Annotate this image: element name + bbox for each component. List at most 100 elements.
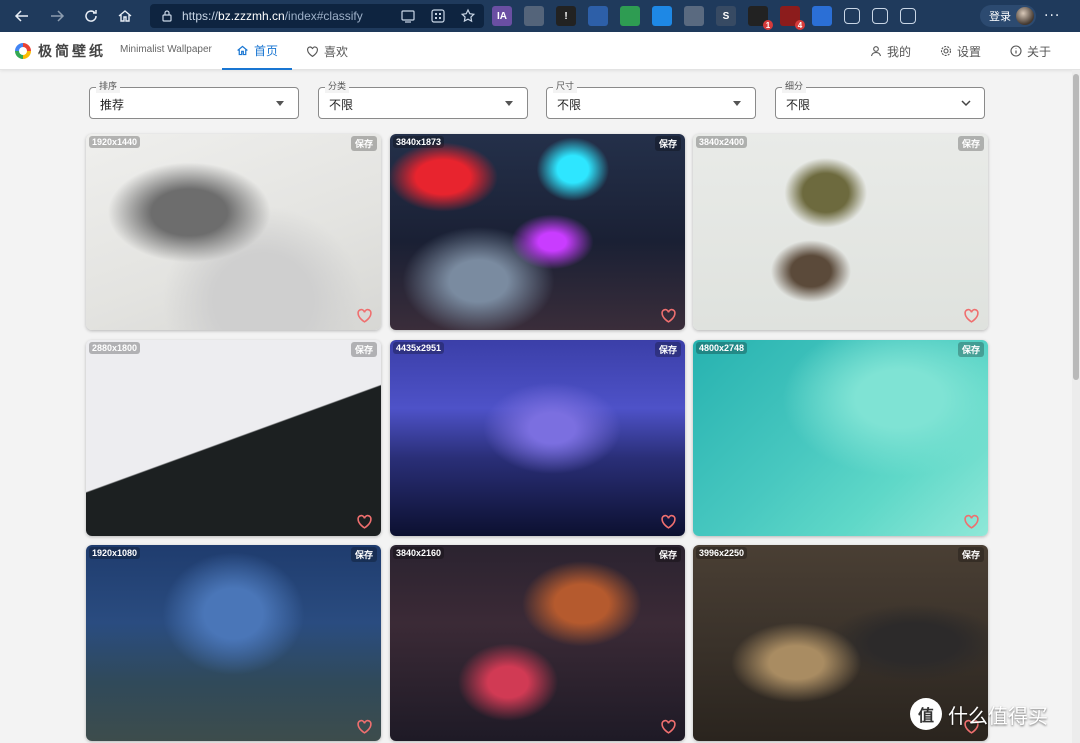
ia-extension-icon[interactable]: IA xyxy=(492,6,512,26)
heart-icon[interactable] xyxy=(660,718,677,735)
save-button[interactable]: 保存 xyxy=(350,342,377,357)
caret-down-icon xyxy=(505,101,513,106)
more-menu-icon[interactable]: ··· xyxy=(1044,8,1060,24)
wallpaper-card[interactable]: 1920x1080 保存 xyxy=(86,545,381,741)
wallpaper-card[interactable]: 2880x1800 保存 xyxy=(86,340,381,536)
menu-label: 我的 xyxy=(887,44,912,59)
favorites-extension-icon[interactable] xyxy=(872,8,888,24)
heart-icon[interactable] xyxy=(356,513,373,530)
resolution-badge: 1920x1440 xyxy=(89,136,141,148)
browser-toolbar: https://bz.zzzmh.cn/index#classify IA! S 1… xyxy=(0,0,1080,32)
home-icon xyxy=(237,45,248,55)
site-watermark: 值 什么值得买 xyxy=(910,698,1048,730)
info-icon xyxy=(1010,45,1022,57)
resolution-badge: 4435x2951 xyxy=(393,342,445,354)
exclaim-extension-icon[interactable]: ! xyxy=(556,6,576,26)
heart-icon[interactable] xyxy=(660,307,677,324)
app-grid-icon[interactable] xyxy=(430,8,446,24)
wallpaper-card[interactable]: 3840x1873 保存 xyxy=(390,134,685,330)
subcategory-select-value: 不限 xyxy=(786,98,811,112)
menu-label: 关于 xyxy=(1027,44,1052,59)
wallpaper-image xyxy=(693,340,988,536)
url-host: bz.zzzmh.cn xyxy=(218,9,285,23)
add-favorite-icon[interactable] xyxy=(460,8,476,24)
menu-about[interactable]: 关于 xyxy=(1010,32,1051,70)
menu-mine[interactable]: 我的 xyxy=(870,32,911,70)
url-prefix: https:// xyxy=(182,9,219,23)
s-extension-icon[interactable]: S xyxy=(716,6,736,26)
caret-down-icon xyxy=(276,101,284,106)
person-icon xyxy=(870,46,882,57)
menu-settings[interactable]: 设置 xyxy=(940,32,981,70)
logo[interactable] xyxy=(15,43,31,59)
collections-extension-icon[interactable] xyxy=(900,8,916,24)
resolution-badge: 3840x2160 xyxy=(393,547,445,559)
extension-label: IA xyxy=(497,10,507,22)
address-bar-actions xyxy=(400,8,476,24)
login-label: 登录 xyxy=(989,10,1011,23)
tab-label: 首页 xyxy=(253,43,278,58)
heart-icon xyxy=(307,45,318,57)
wallpaper-card[interactable]: 3840x2160 保存 xyxy=(390,545,685,741)
wallpaper-card[interactable]: 1920x1440 保存 xyxy=(86,134,381,330)
reading-view-icon[interactable] xyxy=(400,8,416,24)
arrow-left-icon xyxy=(14,10,28,22)
save-button[interactable]: 保存 xyxy=(654,342,681,357)
tab-favorites[interactable]: 喜欢 xyxy=(306,32,348,70)
page-scrollbar[interactable] xyxy=(1072,70,1080,743)
resolution-badge: 3996x2250 xyxy=(696,547,748,559)
extension-label: ! xyxy=(564,10,568,22)
hex-extension-icon[interactable] xyxy=(652,6,672,26)
reload-button[interactable] xyxy=(74,0,108,32)
book-extension-icon[interactable] xyxy=(684,6,704,26)
save-button[interactable]: 保存 xyxy=(957,342,984,357)
resolution-badge: 2880x1800 xyxy=(89,342,141,354)
size-select-label: 尺寸 xyxy=(553,81,578,93)
copy-extension-icon[interactable] xyxy=(524,6,544,26)
sort-select-value: 推荐 xyxy=(100,98,125,112)
tab-home[interactable]: 首页 xyxy=(222,32,292,70)
home-button[interactable] xyxy=(108,0,142,32)
heart-icon[interactable] xyxy=(963,513,980,530)
back-button[interactable] xyxy=(5,0,39,32)
wallpaper-image xyxy=(86,134,381,330)
brand-subtitle: Minimalist Wallpaper xyxy=(120,44,212,55)
ublock-extension-icon[interactable]: 4 xyxy=(780,6,805,30)
puzzle-extension-icon[interactable] xyxy=(844,8,860,24)
resolution-badge: 3840x1873 xyxy=(393,136,445,148)
watermark-badge: 值 xyxy=(910,698,942,730)
heart-icon[interactable] xyxy=(356,718,373,735)
heart-icon[interactable] xyxy=(356,307,373,324)
chevron-down-icon xyxy=(961,100,971,107)
translate-extension-icon[interactable] xyxy=(812,6,832,26)
forward-button[interactable] xyxy=(40,0,74,32)
dark-extension-icon[interactable]: 1 xyxy=(748,6,773,30)
sort-select[interactable]: 排序 推荐 xyxy=(89,81,299,119)
wallpaper-card[interactable]: 4435x2951 保存 xyxy=(390,340,685,536)
heart-icon[interactable] xyxy=(660,513,677,530)
wallpaper-card[interactable]: 3840x2400 保存 xyxy=(693,134,988,330)
save-button[interactable]: 保存 xyxy=(350,547,377,562)
arrow-right-icon xyxy=(51,10,65,22)
profile-login-button[interactable]: 登录 xyxy=(980,5,1036,27)
brand-title[interactable]: 极简壁纸 xyxy=(38,41,106,61)
save-button[interactable]: 保存 xyxy=(957,136,984,151)
scrollbar-thumb[interactable] xyxy=(1073,74,1079,380)
wallpaper-image xyxy=(390,340,685,536)
save-button[interactable]: 保存 xyxy=(957,547,984,562)
save-button[interactable]: 保存 xyxy=(350,136,377,151)
heart-icon[interactable] xyxy=(963,307,980,324)
reload-icon xyxy=(85,10,97,22)
subcategory-select-label: 细分 xyxy=(782,81,807,93)
wallpaper-card[interactable]: 4800x2748 保存 xyxy=(693,340,988,536)
subcategory-select[interactable]: 细分 不限 xyxy=(775,81,985,119)
size-select[interactable]: 尺寸 不限 xyxy=(546,81,756,119)
url-path: /index#classify xyxy=(284,9,363,23)
save-button[interactable]: 保存 xyxy=(654,547,681,562)
watermark-text: 什么值得买 xyxy=(948,703,1048,728)
shield-extension-icon[interactable] xyxy=(588,6,608,26)
green-extension-icon[interactable] xyxy=(620,6,640,26)
save-button[interactable]: 保存 xyxy=(654,136,681,151)
resolution-badge: 4800x2748 xyxy=(696,342,748,354)
category-select[interactable]: 分类 不限 xyxy=(318,81,528,119)
